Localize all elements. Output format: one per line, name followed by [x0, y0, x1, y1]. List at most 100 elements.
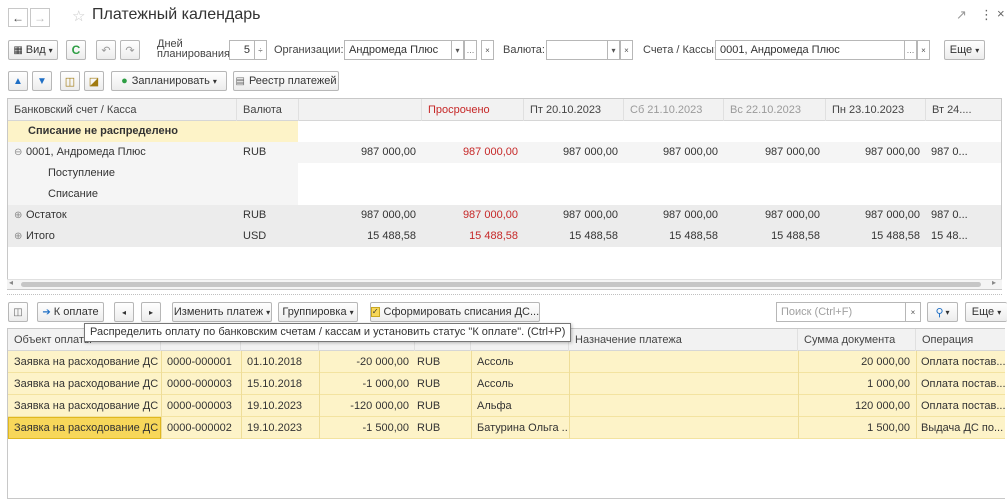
- undo-button[interactable]: ↶: [96, 40, 116, 60]
- grid1-row-total[interactable]: ⊕ Итого USD 15 488,58 15 488,58 15 488,58…: [8, 226, 1001, 247]
- panel-toggle-button[interactable]: ◫: [8, 302, 28, 322]
- col-purpose[interactable]: Назначение платежа: [569, 329, 798, 351]
- payment-requests-grid[interactable]: Объект оплаты Назначение платежа Сумма д…: [7, 328, 1005, 499]
- refresh-button[interactable]: C: [66, 40, 86, 60]
- cell-amount: -120 000,00: [350, 400, 409, 412]
- row-currency: USD: [243, 230, 267, 242]
- view-menu-button[interactable]: ▦ Вид ▾: [8, 40, 58, 60]
- chevron-down-icon: ▾: [48, 45, 53, 55]
- cell-date: 19.10.2023: [247, 400, 303, 412]
- org-select-button[interactable]: …: [464, 40, 477, 60]
- expand-icon[interactable]: ⊕: [14, 205, 26, 226]
- form-writeoffs-button[interactable]: ✓ Сформировать списания ДС...: [370, 302, 540, 322]
- currency-dropdown-button[interactable]: ▾: [607, 40, 620, 60]
- splitter[interactable]: [7, 294, 1002, 295]
- scroll-right-icon[interactable]: ▸: [992, 278, 996, 287]
- search-input[interactable]: Поиск (Ctrl+F): [776, 302, 906, 322]
- arrow-right-icon: →: [34, 10, 46, 25]
- grid1-row-income[interactable]: Поступление: [8, 163, 1001, 184]
- days-stepper[interactable]: ÷: [254, 40, 267, 60]
- chevron-right-icon: ▸: [148, 307, 153, 317]
- row-day-3: 15 488,58: [771, 230, 820, 242]
- grid1-row-balance[interactable]: ⊕ Остаток RUB 987 000,00 987 000,00 987 0…: [8, 205, 1001, 226]
- grid1-row-unallocated[interactable]: Списание не распределено: [8, 121, 1001, 142]
- col-total[interactable]: [299, 99, 422, 121]
- favorite-star-icon[interactable]: ☆: [72, 7, 85, 25]
- payment-registry-button[interactable]: ▤ Реестр платежей: [233, 71, 339, 91]
- link-icon[interactable]: ↗: [956, 7, 967, 23]
- more-button-top[interactable]: Еще ▾: [944, 40, 985, 60]
- col-doc-sum[interactable]: Сумма документа: [798, 329, 916, 351]
- col-day-5[interactable]: Вт 24....: [926, 99, 1001, 121]
- chevron-down-icon: ▾: [975, 45, 980, 55]
- org-clear-button[interactable]: ×: [481, 40, 494, 60]
- ellipsis-icon: …: [906, 45, 915, 55]
- row-overdue: 15 488,58: [469, 230, 518, 242]
- col-day-3[interactable]: Вс 22.10.2023: [724, 99, 826, 121]
- redo-button[interactable]: ↷: [120, 40, 140, 60]
- move-up-button[interactable]: ▲: [8, 71, 28, 91]
- expand-icon[interactable]: ⊕: [14, 226, 26, 247]
- change-payment-button[interactable]: Изменить платеж ▾: [172, 302, 272, 322]
- more-vertical-icon[interactable]: ⋮: [980, 7, 993, 23]
- table-row[interactable]: Заявка на расходование ДС 0000-000003 19…: [8, 395, 1005, 417]
- search-options-button[interactable]: ⚲ ▾: [927, 302, 958, 322]
- collapse-group-button[interactable]: ◪: [84, 71, 104, 91]
- scrollbar-thumb[interactable]: [21, 282, 981, 287]
- org-field[interactable]: Андромеда Плюс: [344, 40, 452, 60]
- table-row[interactable]: Заявка на расходование ДС 0000-000003 15…: [8, 373, 1005, 395]
- cell-operation: Оплата постав...: [921, 400, 1005, 412]
- payment-calendar-grid[interactable]: Банковский счет / Касса Валюта Просрочен…: [7, 98, 1002, 290]
- arrow-right-icon: ➔: [42, 306, 51, 318]
- clear-icon: ×: [921, 45, 926, 55]
- cell-counterparty: Батурина Ольга ...: [477, 422, 567, 434]
- table-row[interactable]: Заявка на расходование ДС 0000-000002 19…: [8, 417, 1005, 439]
- next-button[interactable]: ▸: [141, 302, 161, 322]
- grid1-row-account[interactable]: ⊖ 0001, Андромеда Плюс RUB 987 000,00 987…: [8, 142, 1001, 163]
- cell-amount: -1 500,00: [362, 422, 409, 434]
- previous-button[interactable]: ◂: [114, 302, 134, 322]
- back-button[interactable]: ←: [8, 8, 28, 27]
- grid1-row-writeoff[interactable]: Списание: [8, 184, 1001, 205]
- forward-button[interactable]: →: [30, 8, 50, 27]
- currency-label: Валюта:: [503, 44, 545, 56]
- row-day-4: 15 488,58: [871, 230, 920, 242]
- grid1-horizontal-scrollbar[interactable]: ◂ ▸: [7, 278, 1002, 289]
- collapse-icon[interactable]: ⊖: [14, 142, 26, 163]
- accounts-select-button[interactable]: …: [904, 40, 917, 60]
- cell-number: 0000-000002: [167, 422, 232, 434]
- col-overdue[interactable]: Просрочено: [422, 99, 524, 121]
- col-day-2[interactable]: Сб 21.10.2023: [624, 99, 724, 121]
- grouping-button[interactable]: Группировка ▾: [278, 302, 358, 322]
- org-dropdown-button[interactable]: ▾: [451, 40, 464, 60]
- scroll-left-icon[interactable]: ◂: [9, 278, 13, 287]
- search-clear-button[interactable]: ×: [905, 302, 921, 322]
- row-overdue: 987 000,00: [462, 146, 518, 158]
- expand-group-button[interactable]: ◫: [60, 71, 80, 91]
- move-down-button[interactable]: ▼: [32, 71, 52, 91]
- to-payment-button[interactable]: ➔ К оплате: [37, 302, 104, 322]
- cell-doc-sum: 1 000,00: [867, 378, 910, 390]
- row-day-2: 987 000,00: [662, 146, 718, 158]
- page-title: Платежный календарь: [92, 6, 261, 23]
- close-icon[interactable]: ×: [997, 6, 1005, 21]
- accounts-clear-button[interactable]: ×: [917, 40, 930, 60]
- col-operation[interactable]: Операция: [916, 329, 1005, 351]
- days-planning-input[interactable]: 5: [229, 40, 255, 60]
- col-currency[interactable]: Валюта: [237, 99, 299, 121]
- currency-clear-button[interactable]: ×: [620, 40, 633, 60]
- row-currency: RUB: [243, 146, 267, 158]
- more-button-bottom[interactable]: Еще ▾: [965, 302, 1007, 322]
- table-row[interactable]: Заявка на расходование ДС 0000-000001 01…: [8, 351, 1005, 373]
- col-day-4[interactable]: Пн 23.10.2023: [826, 99, 926, 121]
- checkbox-icon: ✓: [370, 307, 380, 317]
- col-day-1[interactable]: Пт 20.10.2023: [524, 99, 624, 121]
- accounts-field[interactable]: 0001, Андромеда Плюс: [715, 40, 905, 60]
- row-day-5: 15 48...: [931, 230, 968, 242]
- redo-icon: ↷: [125, 44, 135, 57]
- col-account[interactable]: Банковский счет / Касса: [8, 99, 237, 121]
- cell-currency: RUB: [417, 422, 441, 434]
- currency-field[interactable]: [546, 40, 608, 60]
- org-label: Организации:: [274, 44, 344, 56]
- plan-button[interactable]: ● Запланировать ▾: [111, 71, 227, 91]
